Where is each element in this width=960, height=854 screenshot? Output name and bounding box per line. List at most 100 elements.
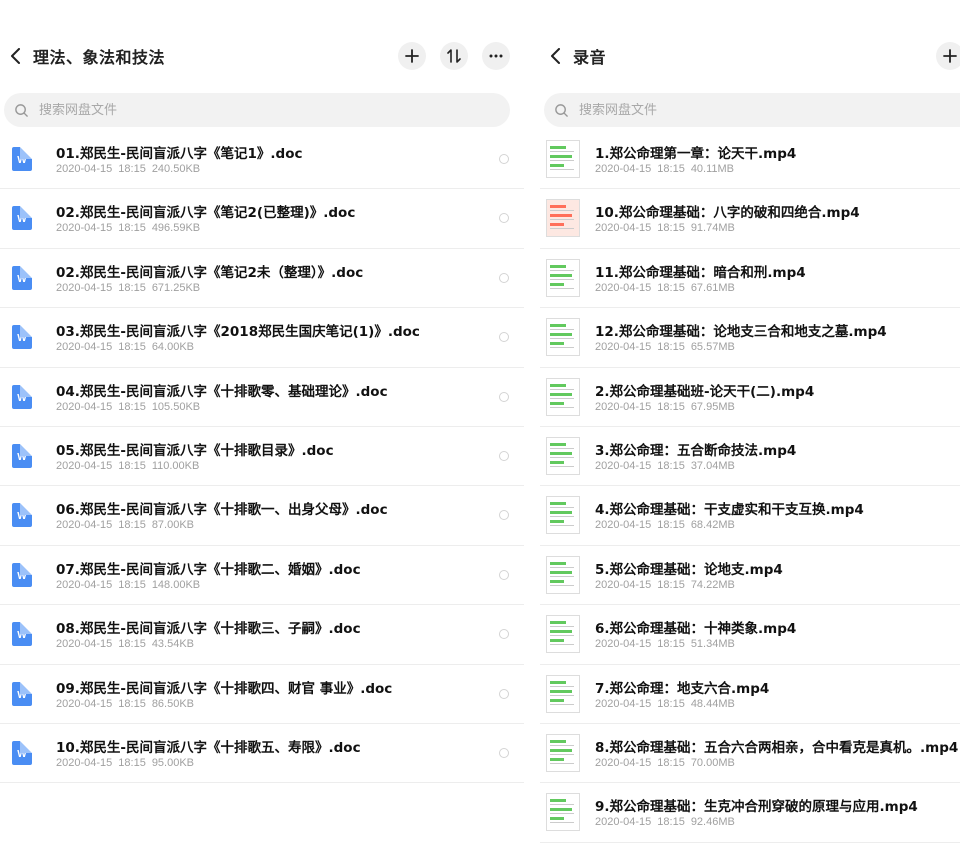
select-radio[interactable]	[499, 332, 509, 343]
file-time: 18:15	[118, 459, 146, 472]
file-name: 8.郑公命理基础：五合六合两相亲，合中看克是真机。.mp4	[595, 739, 959, 756]
file-row[interactable]: 5.郑公命理基础：论地支.mp4 2020-04-15 18:15 74.22MB	[540, 546, 960, 606]
select-radio[interactable]	[499, 688, 509, 699]
file-row[interactable]: W 08.郑民生-民间盲派八字《十排歌三、子嗣》.doc 2020-04-15 18:…	[0, 605, 524, 665]
file-name: 7.郑公命理：地支六合.mp4	[595, 680, 770, 697]
video-thumbnail-icon	[546, 258, 580, 297]
file-meta: 2020-04-15 18:15 67.95MB	[595, 401, 735, 413]
select-radio[interactable]	[499, 154, 509, 164]
select-radio[interactable]	[499, 450, 509, 461]
file-date: 2020-04-15	[595, 222, 652, 235]
word-doc-icon-letter: W	[17, 273, 27, 285]
select-radio[interactable]	[499, 391, 509, 402]
select-radio[interactable]	[499, 510, 509, 521]
page-title: 理法、象法和技法	[33, 48, 166, 67]
file-date: 2020-04-15	[56, 638, 113, 651]
file-row[interactable]: 3.郑公命理：五合断命技法.mp4 2020-04-15 18:15 37.04MB	[540, 427, 960, 487]
word-doc-icon-letter: W	[17, 511, 27, 523]
select-radio[interactable]	[499, 747, 509, 758]
file-meta: 2020-04-15 18:15 86.50KB	[56, 698, 194, 710]
file-size: 87.00KB	[151, 519, 195, 532]
search-input[interactable]	[579, 102, 923, 118]
word-doc-icon-letter: W	[17, 570, 27, 582]
file-name: 6.郑公命理基础：十神类象.mp4	[595, 621, 797, 638]
word-doc-icon: W	[12, 147, 32, 171]
file-time: 18:15	[657, 341, 685, 354]
file-name: 4.郑公命理基础：干支虚实和干支互换.mp4	[595, 502, 864, 519]
file-row[interactable]: W 02.郑民生-民间盲派八字《笔记2未（整理）》.doc 2020-04-15 18…	[0, 249, 524, 309]
back-button[interactable]	[4, 42, 28, 70]
video-thumbnail-icon	[546, 140, 580, 178]
select-radio[interactable]	[499, 272, 509, 283]
file-date: 2020-04-15	[595, 163, 652, 175]
file-row[interactable]: W 04.郑民生-民间盲派八字《十排歌零、基础理论》.doc 2020-04-15 1…	[0, 368, 524, 427]
file-meta: 2020-04-15 18:15 48.44MB	[595, 698, 735, 710]
file-row[interactable]: W 07.郑民生-民间盲派八字《十排歌二、婚姻》.doc 2020-04-15 18:…	[0, 546, 524, 606]
word-doc-icon: W	[12, 503, 32, 528]
select-radio[interactable]	[499, 569, 509, 580]
video-thumbnail-icon	[546, 258, 580, 297]
select-radio[interactable]	[499, 629, 509, 640]
file-time: 18:15	[118, 638, 146, 651]
add-button[interactable]	[398, 42, 426, 70]
video-thumbnail-icon	[546, 615, 580, 654]
file-row[interactable]: W 03.郑民生-民间盲派八字《2018郑民生国庆笔记(1)》.doc 2020-0…	[0, 308, 524, 368]
file-row[interactable]: W 09.郑民生-民间盲派八字《十排歌四、财官 事业》.doc 2020-04-15…	[0, 665, 524, 724]
sort-button[interactable]	[440, 42, 468, 70]
file-row[interactable]: 2.郑公命理基础班-论天干(二).mp4 2020-04-15 18:15 67.95…	[540, 368, 960, 427]
video-thumbnail-icon	[546, 318, 580, 357]
file-size: 671.25KB	[151, 281, 201, 294]
file-size: 240.50KB	[151, 163, 201, 175]
file-row[interactable]: 10.郑公命理基础：八字的破和四绝合.mp4 2020-04-15 18:15 91.…	[540, 189, 960, 249]
file-size: 105.50KB	[151, 400, 201, 413]
word-doc-icon-letter: W	[17, 392, 27, 404]
file-row[interactable]: W 05.郑民生-民间盲派八字《十排歌目录》.doc 2020-04-15 18:15…	[0, 427, 524, 487]
video-thumbnail-icon	[546, 377, 580, 416]
file-size: 91.74MB	[690, 222, 735, 235]
file-row[interactable]: 7.郑公命理：地支六合.mp4 2020-04-15 18:15 48.44MB	[540, 665, 960, 724]
search-input[interactable]	[39, 102, 436, 118]
file-date: 2020-04-15	[56, 341, 113, 354]
file-meta: 2020-04-15 18:15 43.54KB	[56, 638, 194, 650]
back-button[interactable]	[544, 42, 568, 70]
select-radio[interactable]	[499, 213, 509, 224]
file-size: 86.50KB	[151, 697, 195, 710]
file-name: 05.郑民生-民间盲派八字《十排歌目录》.doc	[56, 442, 334, 459]
file-name: 02.郑民生-民间盲派八字《笔记2(已整理)》.doc	[56, 205, 356, 222]
file-date: 2020-04-15	[56, 459, 113, 472]
file-list: W 01.郑民生-民间盲派八字《笔记1》.doc 2020-04-15 18:15 24…	[0, 130, 524, 784]
video-thumbnail-icon	[546, 733, 580, 772]
file-date: 2020-04-15	[595, 756, 652, 769]
word-doc-icon: W	[12, 384, 32, 409]
file-row[interactable]: 8.郑公命理基础：五合六合两相亲，合中看克是真机。.mp4 2020-04-15 1…	[540, 724, 960, 784]
file-row[interactable]: 11.郑公命理基础：暗合和刑.mp4 2020-04-15 18:15 67.61MB	[540, 249, 960, 309]
file-meta: 2020-04-15 18:15 95.00KB	[56, 757, 194, 769]
file-row[interactable]: W 01.郑民生-民间盲派八字《笔记1》.doc 2020-04-15 18:15 24…	[0, 130, 524, 190]
file-row[interactable]: 12.郑公命理基础：论地支三合和地支之墓.mp4 2020-04-15 18:15 6…	[540, 308, 960, 368]
file-date: 2020-04-15	[56, 519, 113, 532]
add-button[interactable]	[936, 42, 960, 70]
file-date: 2020-04-15	[595, 281, 652, 294]
word-doc-icon: W	[12, 740, 32, 765]
file-meta: 2020-04-15 18:15 70.00MB	[595, 757, 735, 769]
file-time: 18:15	[118, 697, 146, 710]
right-header: 录音	[540, 30, 960, 82]
file-row[interactable]: 4.郑公命理基础：干支虚实和干支互换.mp4 2020-04-15 18:15 68.…	[540, 486, 960, 546]
file-time: 18:15	[118, 341, 146, 354]
more-button[interactable]	[482, 42, 510, 70]
file-time: 18:15	[118, 281, 146, 294]
file-row[interactable]: W 02.郑民生-民间盲派八字《笔记2(已整理)》.doc 2020-04-15 18…	[0, 189, 524, 249]
file-meta: 2020-04-15 18:15 91.74MB	[595, 222, 735, 234]
file-row[interactable]: W 10.郑民生-民间盲派八字《十排歌五、寿限》.doc 2020-04-15 18:…	[0, 724, 524, 784]
file-size: 95.00KB	[151, 756, 195, 769]
file-date: 2020-04-15	[56, 281, 113, 294]
word-doc-icon-letter: W	[17, 748, 27, 760]
file-time: 18:15	[118, 519, 146, 532]
search-bar[interactable]	[4, 93, 510, 127]
file-row[interactable]: 1.郑公命理第一章：论天干.mp4 2020-04-15 18:15 40.11MB	[540, 130, 960, 190]
file-row[interactable]: 6.郑公命理基础：十神类象.mp4 2020-04-15 18:15 51.34MB	[540, 605, 960, 665]
file-row[interactable]: 9.郑公命理基础：生克冲合刑穿破的原理与应用.mp4 2020-04-15 18:1…	[540, 783, 960, 843]
search-bar[interactable]	[544, 93, 960, 127]
file-size: 64.00KB	[151, 341, 195, 354]
file-row[interactable]: W 06.郑民生-民间盲派八字《十排歌一、出身父母》.doc 2020-04-15 1…	[0, 486, 524, 546]
